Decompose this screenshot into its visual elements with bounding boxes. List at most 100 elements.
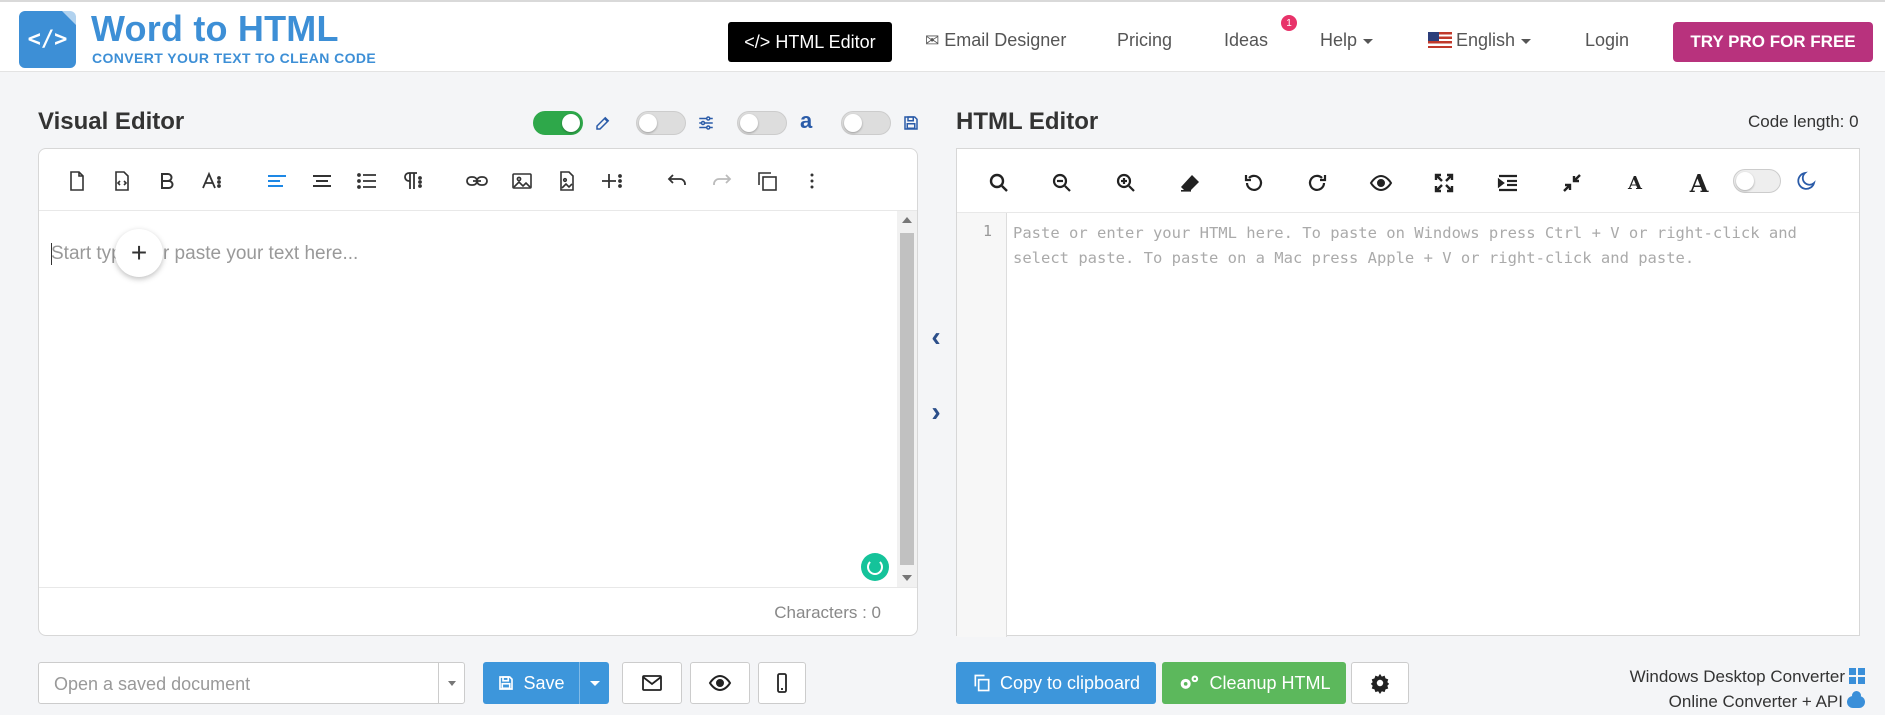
scroll-down-icon[interactable] <box>902 575 912 581</box>
chevron-left-icon[interactable]: ‹ <box>926 321 946 352</box>
more-icon[interactable] <box>796 165 828 197</box>
indent-icon[interactable] <box>1492 167 1524 199</box>
font-large-icon[interactable]: A <box>1683 167 1715 199</box>
save-dropdown-toggle[interactable] <box>579 662 609 704</box>
open-saved-document-select[interactable]: Open a saved document <box>38 662 465 704</box>
amazon-toggle[interactable] <box>737 111 787 135</box>
font-size-icon[interactable] <box>196 165 228 197</box>
envelope-icon <box>642 675 662 691</box>
line-number-gutter: 1 <box>957 213 1007 637</box>
text-cursor <box>51 243 52 265</box>
grammarly-icon[interactable] <box>861 553 889 581</box>
top-header: </> Word to HTML CONVERT YOUR TEXT TO CL… <box>0 0 1885 72</box>
undo-icon[interactable] <box>1238 167 1270 199</box>
gear-icon <box>1370 673 1390 694</box>
try-pro-button[interactable]: TRY PRO FOR FREE <box>1673 22 1873 62</box>
clipboard-icon <box>974 674 990 692</box>
nav-html-editor[interactable]: </> HTML Editor <box>728 22 892 62</box>
expand-icon[interactable] <box>1428 167 1460 199</box>
nav-help-label: Help <box>1320 30 1358 50</box>
search-icon[interactable] <box>983 167 1015 199</box>
zoom-in-icon[interactable] <box>1110 167 1142 199</box>
moon-icon[interactable] <box>1791 165 1823 197</box>
visual-editor-title: Visual Editor <box>38 108 185 135</box>
cloud-icon <box>1847 691 1865 708</box>
save-label: Save <box>523 672 565 693</box>
nav-language[interactable]: English <box>1428 30 1532 51</box>
visual-editor-toolbar <box>39 149 917 211</box>
nav-help[interactable]: Help <box>1320 30 1374 51</box>
cleanup-label: Cleanup HTML <box>1209 672 1331 693</box>
list-icon[interactable] <box>351 165 383 197</box>
autosave-toggle[interactable] <box>841 111 891 135</box>
chevron-down-icon <box>1521 38 1532 44</box>
compress-icon[interactable] <box>1556 167 1588 199</box>
character-count: Characters : 0 <box>774 603 881 622</box>
online-converter-link[interactable]: Online Converter + API <box>1630 689 1865 714</box>
windows-converter-link[interactable]: Windows Desktop Converter <box>1630 664 1865 689</box>
copy-to-clipboard-button[interactable]: Copy to clipboard <box>956 662 1156 704</box>
line-number: 1 <box>982 222 992 240</box>
nav-ideas[interactable]: Ideas <box>1224 30 1268 51</box>
zoom-out-icon[interactable] <box>1046 167 1078 199</box>
nav-language-label: English <box>1456 30 1516 50</box>
mobile-preview-button[interactable] <box>758 662 806 704</box>
chevron-right-icon[interactable]: › <box>926 396 946 427</box>
floppy-icon <box>499 676 514 690</box>
eye-icon[interactable] <box>1365 167 1397 199</box>
quick-insert-plus-button[interactable]: + <box>115 229 163 277</box>
email-button[interactable] <box>622 662 682 704</box>
redo-icon[interactable] <box>706 165 738 197</box>
html-editor-toolbar: A A <box>957 149 1859 213</box>
settings-toggle[interactable] <box>636 111 686 135</box>
align-left-icon[interactable] <box>261 165 293 197</box>
code-length: Code length: 0 <box>1748 112 1859 131</box>
html-editor-title: HTML Editor <box>956 108 1099 135</box>
new-document-icon[interactable] <box>61 165 93 197</box>
file-image-icon[interactable] <box>551 165 583 197</box>
html-code-placeholder[interactable]: Paste or enter your HTML here. To paste … <box>1013 221 1853 271</box>
nav-pricing[interactable]: Pricing <box>1117 30 1172 51</box>
preview-button[interactable] <box>690 662 750 704</box>
paragraph-icon[interactable] <box>396 165 428 197</box>
brand-title[interactable]: Word to HTML <box>91 8 339 50</box>
nav-email-designer[interactable]: ✉ Email Designer <box>925 30 1066 51</box>
scroll-thumb[interactable] <box>900 233 914 565</box>
save-button-group: Save <box>483 662 609 704</box>
save-button[interactable]: Save <box>483 662 579 704</box>
align-center-icon[interactable] <box>306 165 338 197</box>
chevron-down-icon[interactable] <box>438 663 464 703</box>
visual-editor-content[interactable]: Start typing or paste your text here... … <box>39 211 899 587</box>
edit-mode-toggle[interactable] <box>533 111 583 135</box>
settings-button[interactable] <box>1351 662 1409 704</box>
envelope-icon: ✉ <box>925 31 940 50</box>
link-icon[interactable] <box>461 165 493 197</box>
insert-icon[interactable] <box>596 165 628 197</box>
sliders-icon <box>697 114 715 137</box>
dark-mode-toggle[interactable] <box>1733 169 1781 193</box>
eraser-icon[interactable] <box>1174 167 1206 199</box>
redo-icon[interactable] <box>1301 167 1333 199</box>
eye-icon <box>708 674 732 692</box>
html-file-icon[interactable] <box>106 165 138 197</box>
converter-links: Windows Desktop Converter Online Convert… <box>1630 664 1865 714</box>
font-small-icon[interactable]: A <box>1619 167 1651 199</box>
image-icon[interactable] <box>506 165 538 197</box>
editor-scrollbar[interactable] <box>897 211 917 587</box>
amazon-icon: a <box>800 108 813 133</box>
chevron-down-icon <box>1363 38 1374 44</box>
undo-icon[interactable] <box>661 165 693 197</box>
logo-icon[interactable]: </> <box>19 11 76 68</box>
editor-placeholder: Start typing or paste your text here... <box>51 243 359 264</box>
bold-icon[interactable] <box>151 165 183 197</box>
open-saved-document-placeholder: Open a saved document <box>54 674 251 694</box>
mobile-icon <box>777 673 787 693</box>
scroll-up-icon[interactable] <box>902 217 912 223</box>
visual-editor-panel: Start typing or paste your text here... … <box>38 148 918 636</box>
copy-icon[interactable] <box>751 165 783 197</box>
windows-icon <box>1849 668 1865 684</box>
nav-login[interactable]: Login <box>1585 30 1629 51</box>
html-editor-panel: A A 1 Paste or enter your HTML here. To … <box>956 148 1860 637</box>
copy-label: Copy to clipboard <box>999 672 1141 693</box>
cleanup-html-button[interactable]: Cleanup HTML <box>1162 662 1346 704</box>
